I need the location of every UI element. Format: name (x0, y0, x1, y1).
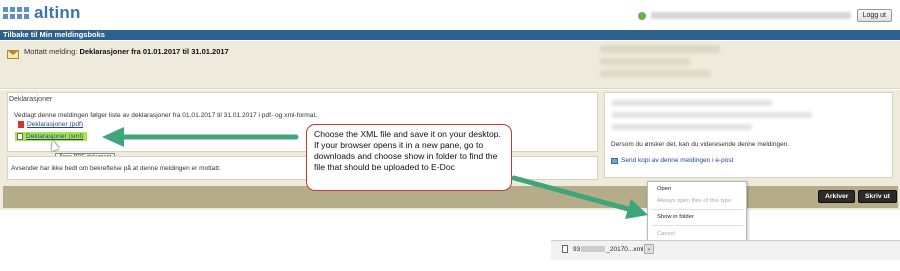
instruction-callout: Choose the XML file and save it on your … (306, 124, 512, 191)
envelope-icon (7, 50, 19, 59)
download-name-end: _20170...xml (606, 246, 644, 253)
menu-item-show-in-folder[interactable]: Show in folder (657, 214, 694, 220)
forward-text: Dersom du ønsker det, kan du videresende… (611, 141, 790, 148)
send-copy-label: Send kopi av denne meldingen i e-post (621, 157, 734, 164)
menu-item-cancel[interactable]: Cancel (657, 231, 675, 237)
panel-heading: Deklarasjoner (9, 96, 53, 103)
download-name-start: 93 (573, 246, 581, 253)
redacted-info (600, 70, 710, 77)
logo-text: altinn (34, 3, 81, 22)
redacted-info (600, 58, 690, 65)
receipt-text: Avsender har ikke bedt om bekreftelse på… (11, 165, 221, 172)
message-title-prefix: Mottatt melding: (24, 47, 78, 56)
pdf-attachment-link[interactable]: Deklarasjoner (pdf) (18, 121, 83, 128)
logout-button[interactable]: Logg ut (856, 9, 892, 22)
pdf-attachment-label: Deklarasjoner (pdf) (27, 121, 84, 128)
redacted-info (612, 100, 772, 106)
menu-item-open[interactable]: Open (657, 186, 671, 192)
logo-mark-icon (3, 7, 29, 19)
redacted-info (600, 45, 720, 53)
file-icon (562, 245, 568, 253)
print-button[interactable]: Skriv ut (858, 190, 897, 203)
back-to-inbox-link[interactable]: Tilbake til Min meldingsboks (3, 30, 105, 40)
top-bar: altinn Logg ut (0, 0, 900, 28)
menu-item-always-open[interactable]: Always open files of this type (657, 198, 731, 204)
archive-button[interactable]: Arkiver (818, 190, 856, 203)
menu-separator (651, 209, 743, 210)
altinn-logo[interactable]: altinn (3, 3, 81, 23)
panel-description: Vedlagt denne meldingen følger liste av … (14, 112, 318, 119)
message-title-text: Deklarasjoner fra 01.01.2017 til 31.01.2… (79, 47, 229, 56)
user-area: Logg ut (637, 9, 892, 22)
redacted-info (612, 112, 812, 118)
menu-separator (651, 225, 743, 226)
pdf-file-icon (18, 121, 24, 128)
redacted-filename (581, 246, 606, 253)
send-copy-email-link[interactable]: Send kopi av denne meldingen i e-post (611, 157, 733, 164)
message-title: Mottatt melding: Deklarasjoner fra 01.01… (24, 47, 229, 56)
nav-band: Tilbake til Min meldingsboks (0, 30, 900, 40)
redacted-info (612, 124, 752, 130)
download-item[interactable]: 93 _20170...xml (573, 246, 643, 253)
redacted-user-name (650, 12, 851, 19)
email-icon (611, 157, 618, 164)
user-status-icon (637, 11, 646, 20)
chevron-down-icon[interactable]: ⌄ (644, 244, 654, 254)
xml-file-icon (17, 133, 23, 140)
